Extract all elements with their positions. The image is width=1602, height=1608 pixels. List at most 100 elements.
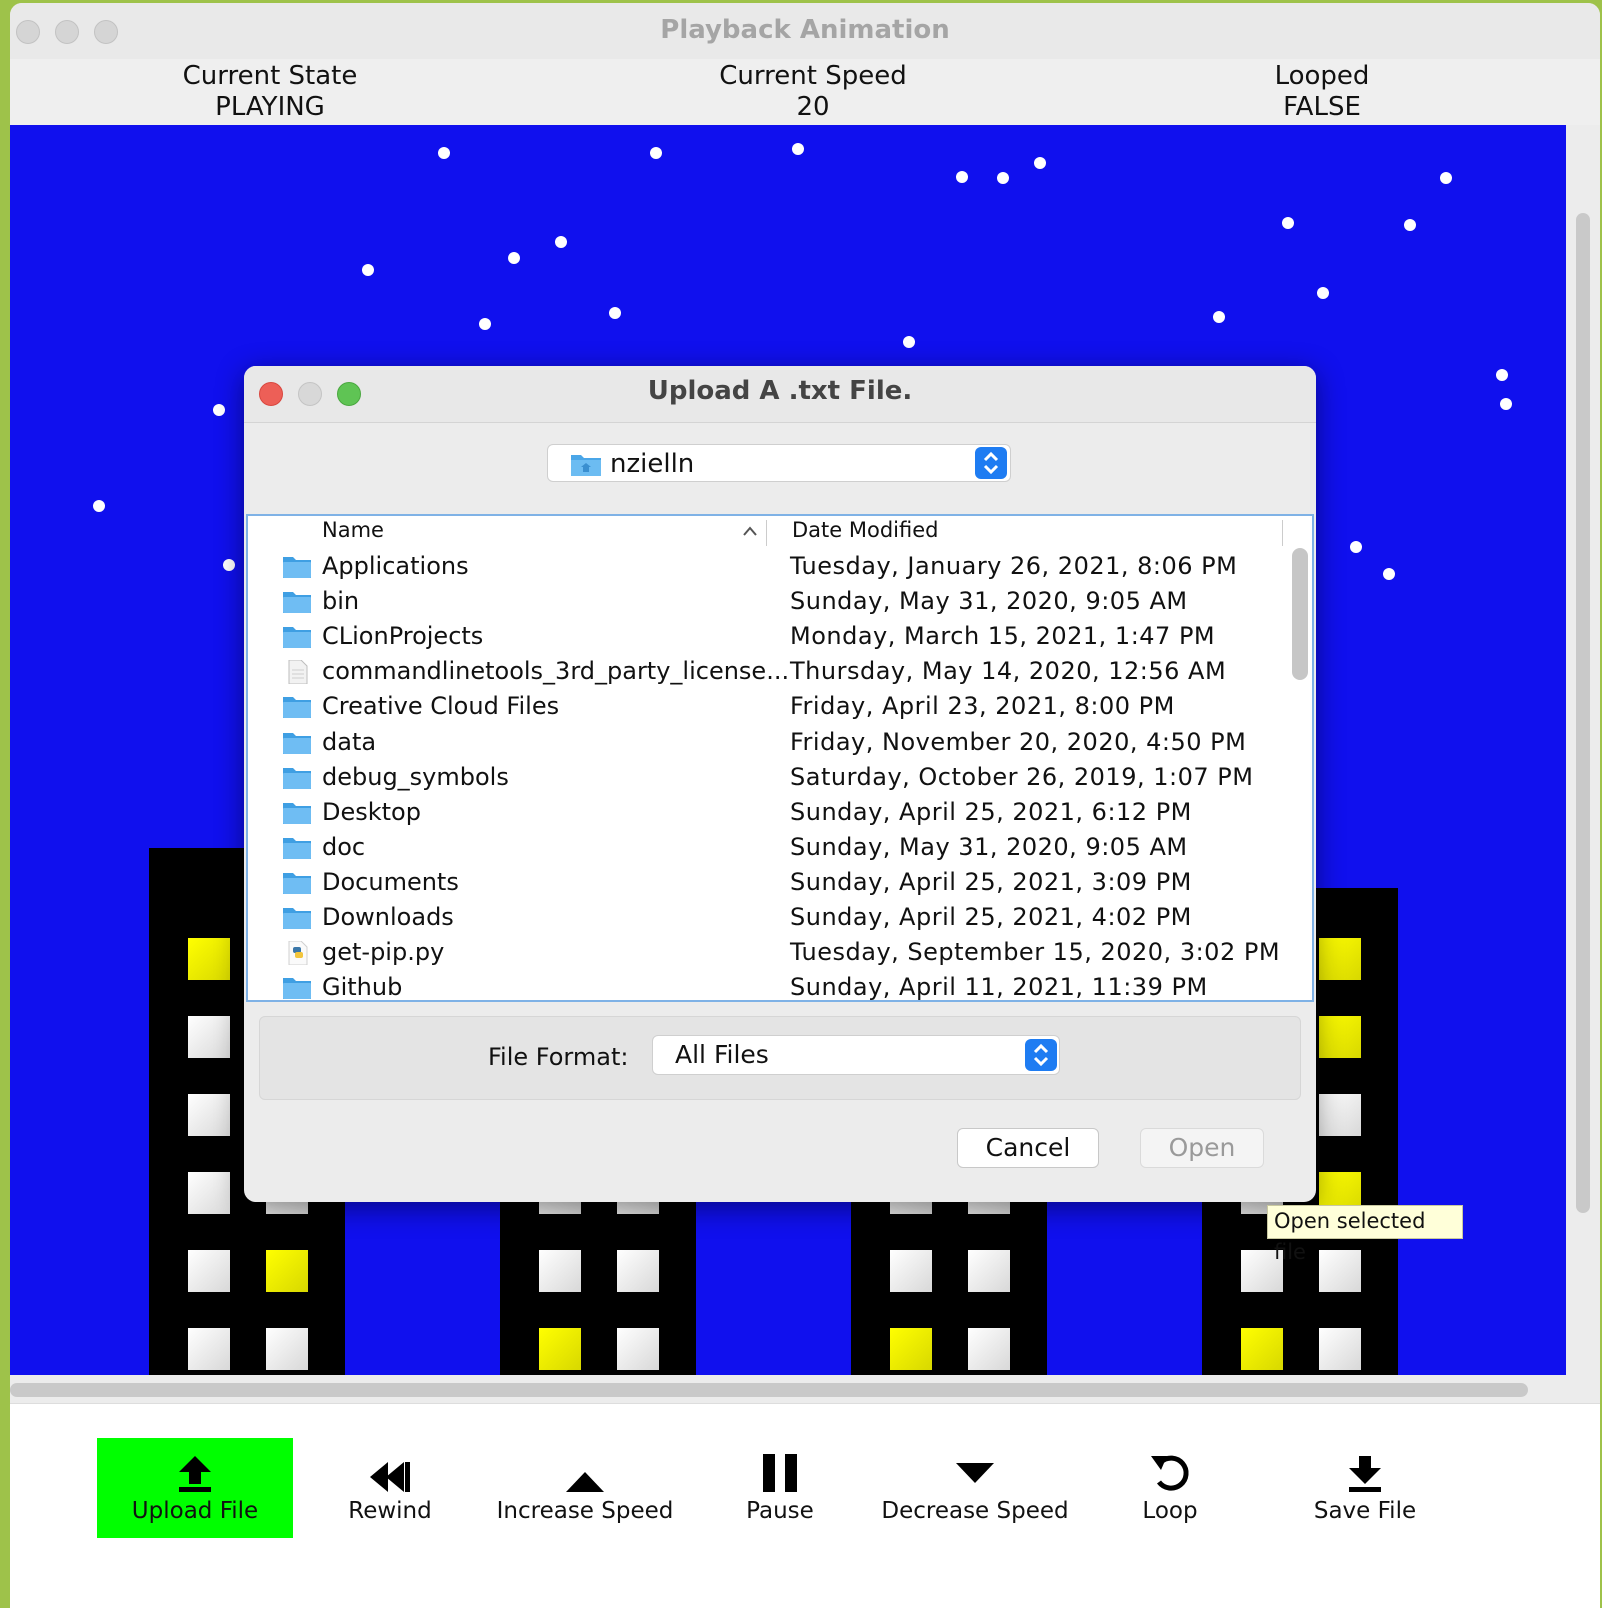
looped: Looped FALSE [1122,61,1522,123]
format-stepper-icon[interactable] [1025,1039,1057,1071]
star [223,559,235,571]
decrease-speed-button[interactable]: Decrease Speed [877,1438,1073,1538]
file-row[interactable]: Desktop Sunday, April 25, 2021, 6:12 PM [248,796,1288,831]
rewind-button[interactable]: Rewind [292,1438,488,1538]
python-file-icon [282,940,312,966]
home-folder-icon [571,455,601,476]
rewind-label: Rewind [348,1498,432,1524]
file-row[interactable]: Downloads Sunday, April 25, 2021, 4:02 PM [248,901,1288,936]
file-date-modified: Sunday, April 25, 2021, 6:12 PM [790,797,1192,826]
file-name: Applications [322,552,469,580]
horizontal-scroll-thumb[interactable] [10,1383,1528,1397]
file-row[interactable]: doc Sunday, May 31, 2020, 9:05 AM [248,831,1288,866]
download-icon [1349,1456,1381,1492]
folder-icon [282,871,312,895]
upload-icon [179,1456,211,1492]
increase-speed-button[interactable]: Increase Speed [487,1438,683,1538]
building-window [968,1250,1010,1292]
building-window [1241,1328,1283,1370]
file-name: doc [322,832,366,861]
current-state-label: Current State [182,61,358,91]
star [1440,172,1452,184]
star [1317,287,1329,299]
building-window [1319,938,1361,980]
folder-select[interactable]: nzielln [547,444,1011,482]
file-name: CLionProjects [322,622,484,651]
building-window [188,1250,230,1292]
folder-icon [282,976,312,1000]
file-name: debug_symbols [322,762,509,791]
increase-speed-label: Increase Speed [496,1498,674,1524]
save-file-button[interactable]: Save File [1267,1438,1463,1538]
document-icon [282,659,312,685]
building-window [1319,1016,1361,1058]
loop-button[interactable]: Loop [1072,1438,1268,1538]
file-list-scroll-thumb[interactable] [1292,548,1308,680]
looped-value: FALSE [1283,92,1361,122]
file-row[interactable]: Documents Sunday, April 25, 2021, 3:09 PM [248,866,1288,901]
file-date-modified: Sunday, May 31, 2020, 9:05 AM [790,587,1188,616]
file-row[interactable]: get-pip.py Tuesday, September 15, 2020, 3… [248,936,1288,971]
vertical-scrollbar[interactable] [1566,125,1600,1375]
star [1213,311,1225,323]
file-row[interactable]: CLionProjects Monday, March 15, 2021, 1:4… [248,620,1288,655]
triangle-up-icon [566,1472,604,1492]
file-date-modified: Sunday, April 25, 2021, 3:09 PM [790,867,1192,896]
file-row[interactable]: Github Sunday, April 11, 2021, 11:39 PM [248,971,1288,1002]
folder-icon [282,906,312,930]
triangle-down-icon [956,1463,994,1483]
building [500,1200,696,1375]
folder-icon [282,625,312,649]
file-format-select[interactable]: All Files [652,1035,1060,1075]
file-name: data [322,727,377,756]
current-speed: Current Speed 20 [613,61,1013,123]
folder-name: nzielln [610,449,695,479]
current-speed-value: 20 [796,92,830,122]
star [792,143,804,155]
star [903,336,915,348]
folder-icon [282,801,312,825]
name-column-header[interactable]: Name [322,518,384,548]
file-date-modified: Sunday, April 11, 2021, 11:39 PM [790,973,1208,1002]
star [438,147,450,159]
cancel-button[interactable]: Cancel [957,1128,1099,1168]
file-date-modified: Saturday, October 26, 2019, 1:07 PM [790,762,1254,791]
file-date-modified: Friday, April 23, 2021, 8:00 PM [790,692,1175,721]
sort-ascending-icon[interactable] [742,526,758,536]
building-window [188,1328,230,1370]
folder-icon [282,590,312,614]
open-button[interactable]: Open [1140,1128,1264,1168]
window-title: Playback Animation [660,15,950,45]
file-row[interactable]: Creative Cloud Files Friday, April 23, 20… [248,690,1288,725]
horizontal-scrollbar[interactable] [10,1375,1566,1403]
vertical-scroll-thumb[interactable] [1576,213,1590,1213]
file-date-modified: Tuesday, September 15, 2020, 3:02 PM [790,938,1281,967]
file-row[interactable]: Applications Tuesday, January 26, 2021, 8… [248,550,1288,585]
date-column-header[interactable]: Date Modified [792,518,938,548]
file-name: Github [322,973,403,1002]
upload-file-dialog: Upload A .txt File. nzielln Name Date Mo… [244,366,1316,1202]
star [1350,541,1362,553]
file-name: commandlinetools_3rd_party_license... [322,657,790,686]
looped-label: Looped [1274,61,1370,91]
building-window [1319,1328,1361,1370]
file-date-modified: Tuesday, January 26, 2021, 8:06 PM [790,552,1238,580]
save-file-label: Save File [1313,1498,1417,1524]
file-row[interactable]: commandlinetools_3rd_party_license... Thu… [248,655,1288,690]
file-list[interactable]: Name Date Modified Applications Tuesday, … [246,514,1314,1002]
upload-file-button[interactable]: Upload File [97,1438,293,1538]
building-window [539,1250,581,1292]
star [1282,217,1294,229]
file-name: Downloads [322,903,454,931]
decrease-speed-label: Decrease Speed [881,1498,1069,1524]
folder-stepper-icon[interactable] [975,447,1007,479]
file-row[interactable]: debug_symbols Saturday, October 26, 2019,… [248,761,1288,796]
file-row[interactable]: data Friday, November 20, 2020, 4:50 PM [248,726,1288,761]
file-row[interactable]: bin Sunday, May 31, 2020, 9:05 AM [248,585,1288,620]
star [213,404,225,416]
current-state-value: PLAYING [215,92,325,122]
pause-icon [763,1454,797,1492]
playback-toolbar: Upload File Rewind Increase Speed Pause … [10,1403,1600,1608]
pause-button[interactable]: Pause [682,1438,878,1538]
building-window [968,1328,1010,1370]
